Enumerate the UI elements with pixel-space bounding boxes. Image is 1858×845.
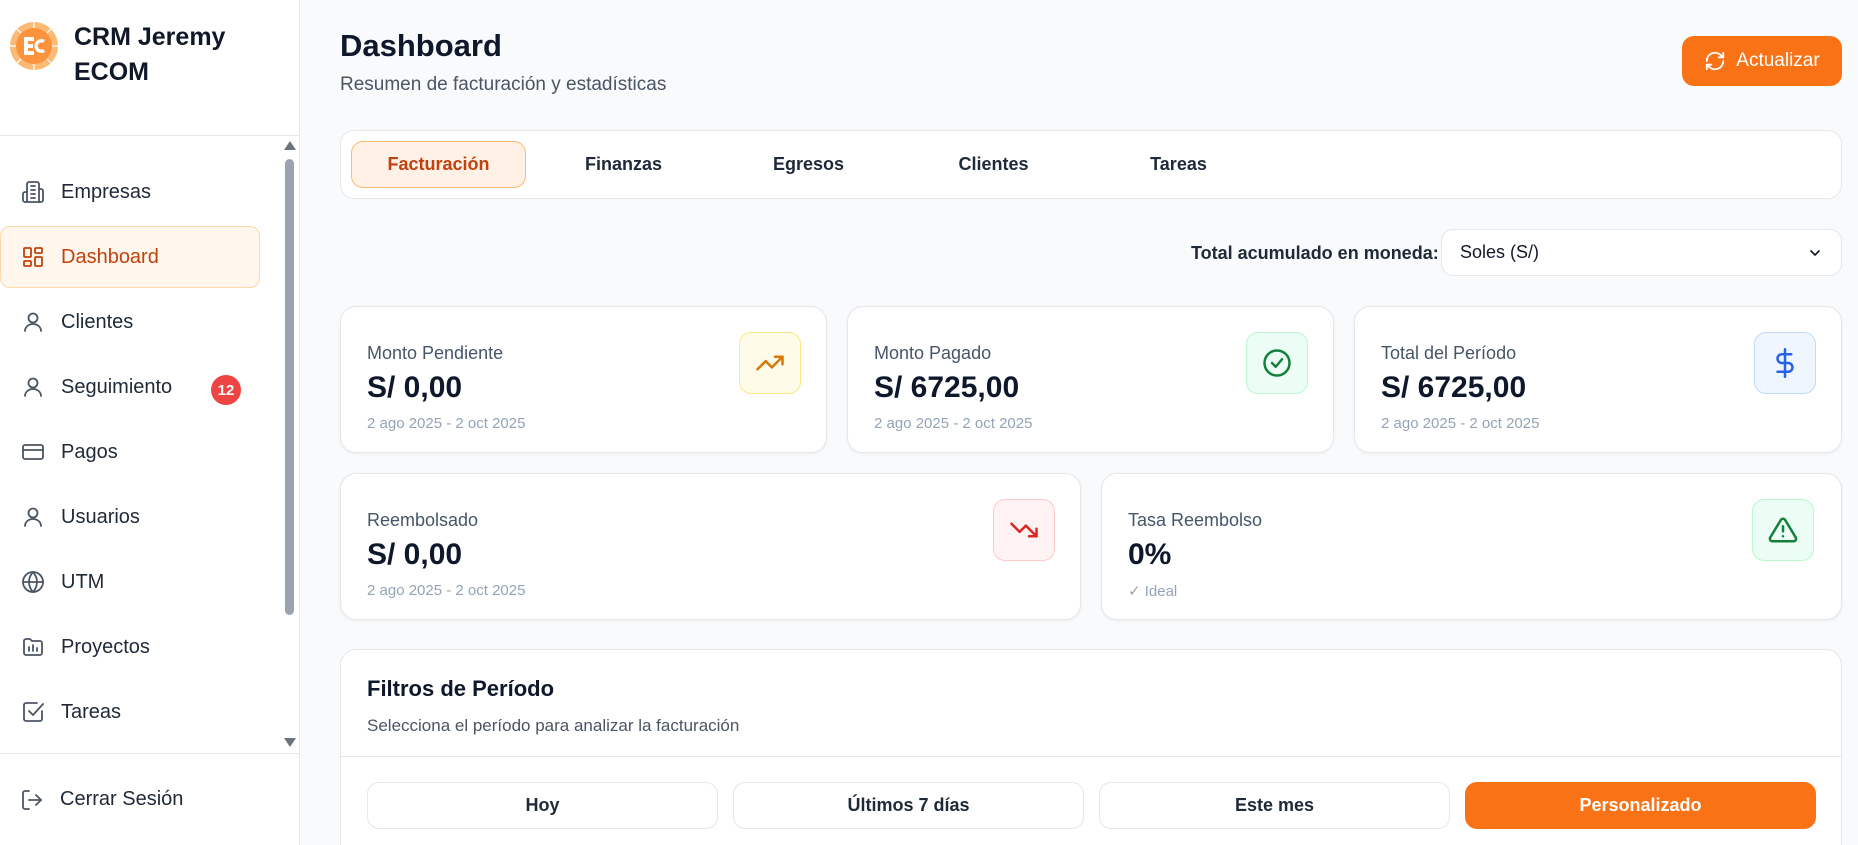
stat-card-tasa-reembolso: Tasa Reembolso 0% ✓ Ideal	[1101, 473, 1842, 620]
stat-label: Tasa Reembolso	[1128, 510, 1263, 530]
trending-up-icon	[739, 332, 801, 394]
period-personalizado-button[interactable]: Personalizado	[1465, 782, 1816, 829]
sidebar-item-label: Usuarios	[61, 505, 140, 528]
tab-egresos[interactable]: Egresos	[721, 141, 896, 188]
scroll-thumb[interactable]	[285, 159, 294, 615]
sidebar-item-utm[interactable]: UTM	[0, 551, 260, 613]
stat-card-monto-pendiente: Monto Pendiente S/ 0,00 2 ago 2025 - 2 o…	[340, 306, 827, 453]
logo-icon	[10, 22, 58, 70]
stat-date-range: 2 ago 2025 - 2 oct 2025	[1381, 415, 1540, 432]
filters-subtitle: Selecciona el período para analizar la f…	[367, 716, 740, 735]
refresh-button[interactable]: Actualizar	[1682, 36, 1842, 86]
sidebar-item-tareas[interactable]: Tareas	[0, 681, 260, 743]
period-hoy-button[interactable]: Hoy	[367, 782, 718, 829]
stat-card-monto-pagado: Monto Pagado S/ 6725,00 2 ago 2025 - 2 o…	[847, 306, 1334, 453]
stat-label: Monto Pagado	[874, 343, 992, 363]
filters-title: Filtros de Período	[367, 676, 555, 701]
sidebar-item-usuarios[interactable]: Usuarios	[0, 486, 260, 548]
period-este-mes-button[interactable]: Este mes	[1099, 782, 1450, 829]
logout-icon	[20, 788, 44, 812]
divider	[341, 756, 1841, 757]
sidebar-item-label: Dashboard	[61, 245, 159, 268]
scroll-up-arrow-icon[interactable]	[284, 141, 296, 150]
dashboard-icon	[21, 245, 45, 269]
sidebar-item-empresas[interactable]: Empresas	[0, 161, 260, 223]
page-subtitle: Resumen de facturación y estadísticas	[340, 74, 667, 95]
stat-label: Total del Período	[1381, 343, 1517, 363]
sidebar-item-label: Empresas	[61, 180, 152, 203]
stat-label: Monto Pendiente	[367, 343, 504, 363]
currency-select[interactable]: Soles (S/)	[1441, 229, 1842, 276]
folder-chart-icon	[21, 635, 45, 659]
sidebar-item-label: Pagos	[61, 440, 118, 463]
tab-clientes[interactable]: Clientes	[906, 141, 1081, 188]
period-ultimos-7-dias-button[interactable]: Últimos 7 días	[733, 782, 1084, 829]
main-content: Dashboard Resumen de facturación y estad…	[300, 0, 1858, 845]
scroll-down-arrow-icon[interactable]	[284, 738, 296, 747]
sidebar-item-label: Proyectos	[61, 635, 150, 658]
stat-value: S/ 0,00	[367, 371, 463, 404]
check-circle-icon	[1246, 332, 1308, 394]
stat-card-total-periodo: Total del Período S/ 6725,00 2 ago 2025 …	[1354, 306, 1842, 453]
refresh-label: Actualizar	[1736, 50, 1820, 71]
sidebar: CRM Jeremy ECOM Empresas Dashboard Clien…	[0, 0, 300, 845]
brand-name: CRM Jeremy ECOM	[74, 23, 226, 86]
dollar-icon	[1754, 332, 1816, 394]
stat-status: ✓ Ideal	[1128, 583, 1178, 600]
tab-finanzas[interactable]: Finanzas	[536, 141, 711, 188]
period-filters-panel: Filtros de Período Selecciona el período…	[340, 649, 1842, 845]
user-icon	[21, 310, 45, 334]
globe-icon	[21, 570, 45, 594]
stat-date-range: 2 ago 2025 - 2 oct 2025	[367, 415, 526, 432]
logout-button[interactable]: Cerrar Sesión	[0, 753, 300, 845]
logout-label: Cerrar Sesión	[60, 788, 184, 810]
tab-tareas[interactable]: Tareas	[1091, 141, 1266, 188]
notification-badge: 12	[211, 375, 241, 405]
chevron-down-icon	[1810, 249, 1820, 256]
building-icon	[21, 180, 45, 204]
currency-label: Total acumulado en moneda:	[1191, 243, 1439, 263]
sidebar-item-seguimiento[interactable]: Seguimiento 12	[0, 356, 260, 418]
user-icon	[21, 505, 45, 529]
page-title: Dashboard	[340, 28, 502, 63]
sidebar-item-dashboard[interactable]: Dashboard	[0, 226, 260, 288]
stat-label: Reembolsado	[367, 510, 479, 530]
credit-card-icon	[21, 440, 45, 464]
sidebar-item-label: Seguimiento	[61, 375, 173, 398]
sidebar-item-clientes[interactable]: Clientes	[0, 291, 260, 353]
tab-facturacion[interactable]: Facturación	[351, 141, 526, 188]
trending-down-icon	[993, 499, 1055, 561]
stat-value: S/ 0,00	[367, 538, 463, 571]
stat-card-reembolsado: Reembolsado S/ 0,00 2 ago 2025 - 2 oct 2…	[340, 473, 1081, 620]
stat-date-range: 2 ago 2025 - 2 oct 2025	[367, 582, 526, 599]
sidebar-item-label: Clientes	[61, 310, 134, 333]
sidebar-item-proyectos[interactable]: Proyectos	[0, 616, 260, 678]
stat-value: S/ 6725,00	[1381, 371, 1527, 404]
sidebar-item-label: UTM	[61, 570, 105, 593]
sidebar-item-pagos[interactable]: Pagos	[0, 421, 260, 483]
currency-selected-value: Soles (S/)	[1460, 242, 1540, 262]
sidebar-scrollbar[interactable]	[283, 137, 296, 753]
refresh-icon	[1706, 51, 1725, 71]
sidebar-item-label: Tareas	[61, 700, 122, 723]
brand: CRM Jeremy ECOM	[0, 0, 299, 136]
user-icon	[21, 375, 45, 399]
check-square-icon	[21, 700, 45, 724]
stat-value: 0%	[1128, 538, 1172, 571]
tab-bar: Facturación Finanzas Egresos Clientes Ta…	[340, 130, 1842, 199]
warning-icon	[1752, 499, 1814, 561]
stat-date-range: 2 ago 2025 - 2 oct 2025	[874, 415, 1033, 432]
sidebar-nav: Empresas Dashboard Clientes Seguimiento …	[0, 137, 285, 753]
stat-value: S/ 6725,00	[874, 371, 1020, 404]
